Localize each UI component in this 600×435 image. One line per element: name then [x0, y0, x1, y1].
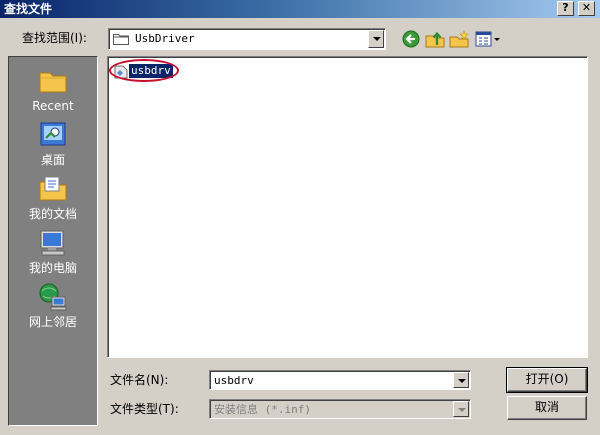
filename-label: 文件名(N):	[110, 373, 169, 387]
look-in-combo[interactable]: UsbDriver	[108, 28, 386, 50]
help-icon: ?	[562, 1, 569, 14]
new-folder-icon[interactable]	[448, 29, 470, 49]
place-desktop[interactable]: 桌面	[9, 119, 97, 167]
my-computer-icon	[40, 230, 65, 256]
title-bar[interactable]: 查找文件 ? ✕	[0, 0, 600, 18]
place-label: Recent	[32, 99, 74, 113]
filename-value[interactable]: usbdrv	[214, 373, 254, 389]
desktop-icon	[40, 122, 66, 146]
filename-field[interactable]: usbdrv	[209, 370, 471, 390]
place-network[interactable]: 网上邻居	[9, 281, 97, 329]
close-icon: ✕	[581, 1, 592, 14]
place-label: 桌面	[40, 153, 65, 167]
filetype-select[interactable]: 安装信息 (*.inf)	[209, 399, 471, 419]
places-bar: Recent 桌面 我的文档 我的电脑 网上邻居	[8, 56, 98, 426]
help-button[interactable]: ?	[557, 1, 574, 16]
file-list[interactable]: usbdrv	[107, 56, 588, 358]
chevron-down-icon[interactable]	[368, 30, 384, 48]
place-recent[interactable]: Recent	[9, 65, 97, 113]
cancel-button[interactable]: 取消	[507, 396, 587, 420]
file-name: usbdrv	[129, 64, 173, 78]
place-my-documents[interactable]: 我的文档	[9, 173, 97, 221]
window-title: 查找文件	[4, 2, 53, 16]
open-button[interactable]: 打开(O)	[506, 367, 588, 393]
place-my-computer[interactable]: 我的电脑	[9, 227, 97, 275]
recent-folder-icon	[39, 72, 67, 93]
network-icon	[39, 283, 67, 311]
up-folder-icon[interactable]	[424, 29, 446, 49]
view-menu-icon[interactable]	[474, 29, 502, 49]
back-arrow-icon[interactable]	[400, 29, 422, 49]
chevron-down-icon[interactable]	[453, 401, 469, 417]
place-label: 我的电脑	[28, 261, 77, 275]
look-in-label: 查找范围(I):	[22, 31, 87, 45]
inf-file-icon	[114, 65, 128, 79]
close-button[interactable]: ✕	[578, 1, 595, 16]
filetype-value: 安装信息 (*.inf)	[214, 403, 311, 416]
filetype-label: 文件类型(T):	[110, 402, 179, 416]
place-label: 网上邻居	[28, 315, 77, 329]
my-documents-icon	[39, 176, 67, 201]
chevron-down-icon[interactable]	[453, 372, 469, 388]
look-in-value: UsbDriver	[135, 32, 195, 45]
folder-icon	[113, 34, 129, 45]
place-label: 我的文档	[28, 207, 77, 221]
find-file-dialog: 查找文件 ? ✕ 查找范围(I): UsbDriver Recent 桌面 我的…	[0, 0, 600, 435]
